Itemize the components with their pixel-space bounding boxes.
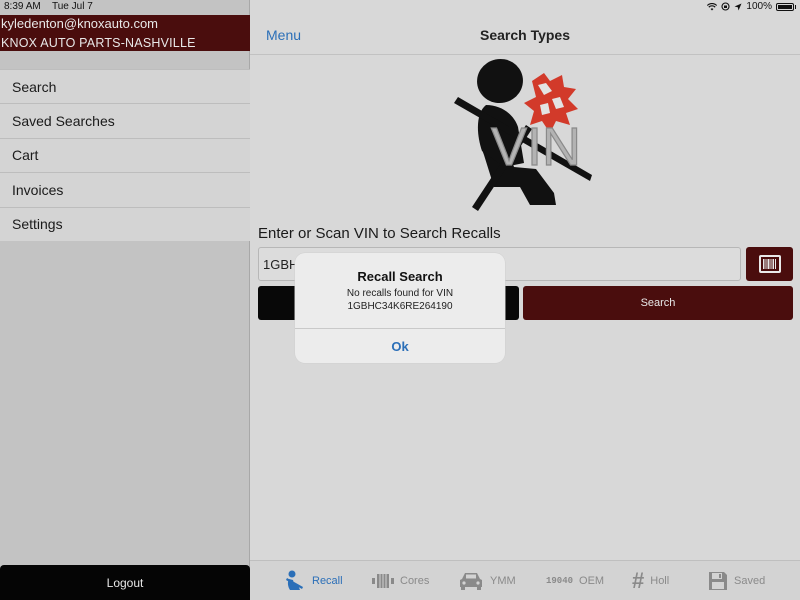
recall-alert-dialog: Recall Search No recalls found for VIN 1… [295,253,505,363]
sidebar-item-search[interactable]: Search [0,69,250,103]
dialog-vin: 1GBHC34K6RE264190 [347,301,453,312]
tab-label: Saved [734,575,766,587]
recall-icon [286,570,303,590]
tab-label: OEM [579,575,605,587]
vin-logo-text: VIN [491,117,581,177]
sidebar-item-invoices[interactable]: Invoices [0,172,250,206]
sidebar-item-cart[interactable]: Cart [0,137,250,172]
sidebar-item-saved-searches[interactable]: Saved Searches [0,103,250,137]
status-bar: 8:39 AM Tue Jul 7 100% [0,0,800,15]
nav-bar: Menu Search Types [250,15,800,55]
tab-saved[interactable]: Saved [708,569,765,593]
sidebar-menu: Search Saved Searches Cart Invoices Sett… [0,69,250,241]
recall-prompt: Enter or Scan VIN to Search Recalls [258,225,501,242]
battery-icon [776,2,794,11]
sidebar: kyledenton@knoxauto.com KNOX AUTO PARTS-… [0,0,250,600]
tab-oem[interactable]: 19040 OEM [546,569,604,593]
wifi-icon [707,2,718,10]
saved-icon [709,572,727,590]
logout-button[interactable]: Logout [0,565,250,600]
location-icon [734,3,742,10]
status-date: Tue Jul 7 [52,1,93,12]
dialog-ok-button[interactable]: Ok [295,339,505,354]
tab-recall[interactable]: Recall [286,569,343,593]
dialog-message: No recalls found for VIN [346,288,454,299]
user-email: kyledenton@knoxauto.com [1,16,159,31]
rotation-lock-icon [721,2,730,11]
tab-cores[interactable]: Cores [372,569,429,593]
status-time: 8:39 AM [4,1,41,12]
hash-icon: # [632,568,645,593]
battery-percent: 100% [746,1,772,12]
car-icon [460,573,482,590]
tab-label: YMM [490,575,516,587]
barcode-icon [758,255,781,273]
sidebar-item-settings[interactable]: Settings [0,206,250,241]
tab-label: Cores [400,575,430,587]
tab-bar: Recall Cores YMM 19040 OEM # Holl Saved [250,560,800,600]
vin-recall-logo: VIN [454,58,592,211]
page-title: Search Types [479,27,570,43]
tab-ymm[interactable]: YMM [458,569,516,593]
tab-holl[interactable]: # Holl [632,569,669,593]
cores-icon [372,574,394,588]
app-screen: 8:39 AM Tue Jul 7 100% kyledenton@knoxau… [0,0,800,600]
tab-label: Recall [312,575,343,587]
dialog-divider [295,328,505,329]
search-button[interactable]: Search [523,286,793,320]
store-name: KNOX AUTO PARTS-NASHVILLE [1,36,196,50]
user-header: kyledenton@knoxauto.com KNOX AUTO PARTS-… [0,15,250,51]
status-right: 100% [707,1,796,12]
oem-icon: 19040 [546,576,574,586]
barcode-scan-button[interactable] [746,247,793,281]
tab-label: Holl [650,575,670,587]
dialog-title: Recall Search [357,269,443,284]
